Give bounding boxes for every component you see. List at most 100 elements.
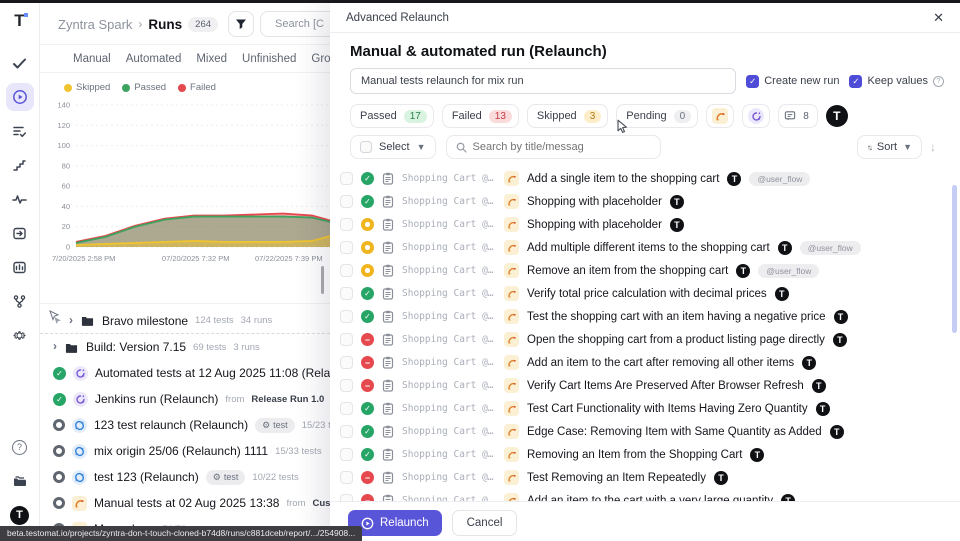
suites-list-icon[interactable] — [6, 117, 34, 145]
runs-tab[interactable]: Unfinished — [242, 53, 296, 65]
breadcrumb-page[interactable]: Runs — [148, 17, 182, 32]
runs-tab[interactable]: Mixed — [196, 53, 227, 65]
test-title[interactable]: Shopping with placeholder — [527, 196, 662, 208]
keep-values-option[interactable]: Keep values ? — [849, 75, 944, 88]
test-checkbox[interactable] — [340, 218, 353, 231]
automated-filter-chip[interactable] — [742, 104, 770, 128]
test-title[interactable]: Verify total price calculation with deci… — [527, 288, 767, 300]
run-title[interactable]: mix origin 25/06 (Relaunch) 1111 — [94, 444, 268, 458]
test-title[interactable]: Add an item to the cart after removing a… — [527, 357, 794, 369]
runs-search-input[interactable] — [275, 18, 331, 30]
runs-tab[interactable]: Manual — [73, 53, 111, 65]
test-title[interactable]: Test Removing an Item Repeatedly — [527, 472, 706, 484]
tests-search[interactable] — [446, 135, 661, 159]
checkbox-checked-icon[interactable] — [746, 75, 759, 88]
select-dropdown[interactable]: Select ▼ — [350, 135, 436, 159]
run-title[interactable]: test 123 (Relaunch) — [94, 470, 199, 484]
test-title[interactable]: Verify Cart Items Are Preserved After Br… — [527, 380, 804, 392]
run-row[interactable]: test 123 (Relaunch) ⚙test 10/22 tests — [40, 464, 340, 490]
settings-gear-icon[interactable] — [6, 321, 34, 349]
run-row[interactable]: Manual tests at 02 Aug 2025 13:38 from C… — [40, 490, 340, 516]
assignee-avatar[interactable]: T — [826, 105, 848, 127]
analytics-pulse-icon[interactable] — [6, 185, 34, 213]
test-row[interactable]: Shopping Cart @… Test the shopping cart … — [340, 305, 944, 328]
help-icon[interactable]: ? — [933, 76, 944, 87]
user-avatar[interactable]: T — [6, 501, 34, 529]
test-checkbox[interactable] — [340, 356, 353, 369]
test-checkbox[interactable] — [340, 172, 353, 185]
test-checkbox[interactable] — [340, 264, 353, 277]
app-logo[interactable]: T — [14, 11, 24, 31]
test-row[interactable]: Shopping Cart @… Add a single item to th… — [340, 167, 944, 190]
status-filter-chip[interactable]: Passed 17 — [350, 104, 434, 128]
sort-button[interactable]: ↑↓ Sort ▼ — [857, 135, 922, 159]
tests-check-icon[interactable] — [6, 49, 34, 77]
run-title[interactable]: Jenkins run (Relaunch) — [95, 392, 218, 406]
filter-button[interactable] — [228, 11, 254, 37]
breadcrumb-project[interactable]: Zyntra Spark — [58, 17, 132, 32]
run-row[interactable]: mix origin 25/06 (Relaunch) 1111 15/33 t… — [40, 438, 340, 464]
test-row[interactable]: Shopping Cart @… Verify total price calc… — [340, 282, 944, 305]
main-scrollbar-thumb[interactable] — [321, 266, 324, 294]
test-checkbox[interactable] — [340, 379, 353, 392]
test-checkbox[interactable] — [340, 471, 353, 484]
import-box-icon[interactable] — [6, 219, 34, 247]
test-title[interactable]: Add a single item to the shopping cart — [527, 173, 719, 185]
test-title[interactable]: Edge Case: Removing Item with Same Quant… — [527, 426, 822, 438]
test-checkbox[interactable] — [340, 241, 353, 254]
scroll-down-button[interactable]: ↓ — [930, 140, 936, 154]
status-filter-chip[interactable]: Skipped 3 — [527, 104, 608, 128]
test-title[interactable]: Removing an Item from the Shopping Cart — [527, 449, 742, 461]
test-title[interactable]: Open the shopping cart from a product li… — [527, 334, 825, 346]
tests-search-input[interactable] — [473, 141, 651, 153]
run-row[interactable]: Automated tests at 12 Aug 2025 11:08 (Re… — [40, 360, 340, 386]
close-icon[interactable]: ✕ — [933, 10, 944, 26]
test-row[interactable]: Shopping Cart @… Open the shopping cart … — [340, 328, 944, 351]
test-checkbox[interactable] — [340, 333, 353, 346]
test-row[interactable]: Shopping Cart @… Test Cart Functionality… — [340, 397, 944, 420]
test-title[interactable]: Test Cart Functionality with Items Havin… — [527, 403, 808, 415]
run-title[interactable]: 123 test relaunch (Relaunch) — [94, 418, 248, 432]
expand-chevron-icon[interactable]: › — [53, 339, 57, 353]
test-title[interactable]: Add an item to the cart with a very larg… — [527, 495, 773, 502]
test-row[interactable]: Shopping Cart @… Add an item to the cart… — [340, 351, 944, 374]
test-row[interactable]: Shopping Cart @… Shopping with placehold… — [340, 213, 944, 236]
checkbox-checked-icon[interactable] — [849, 75, 862, 88]
checkbox-empty-icon[interactable] — [360, 141, 372, 153]
test-checkbox[interactable] — [340, 195, 353, 208]
expand-chevron-icon[interactable]: › — [69, 313, 73, 327]
cancel-button[interactable]: Cancel — [452, 510, 518, 536]
reports-image-icon[interactable] — [6, 253, 34, 281]
test-checkbox[interactable] — [340, 425, 353, 438]
run-row[interactable]: › Build: Version 7.15 69 tests 3 runs — [40, 334, 340, 360]
status-filter-chip[interactable]: Failed 13 — [442, 104, 519, 128]
test-checkbox[interactable] — [340, 310, 353, 323]
run-title[interactable]: Automated tests at 12 Aug 2025 11:08 (Re… — [95, 366, 340, 380]
test-checkbox[interactable] — [340, 494, 353, 501]
projects-folder-icon[interactable] — [6, 467, 34, 495]
test-row[interactable]: Shopping Cart @… Add multiple different … — [340, 236, 944, 259]
run-row[interactable]: 123 test relaunch (Relaunch) ⚙test 15/23… — [40, 412, 340, 438]
test-row[interactable]: Shopping Cart @… Verify Cart Items Are P… — [340, 374, 944, 397]
test-checkbox[interactable] — [340, 402, 353, 415]
help-icon[interactable]: ? — [6, 433, 34, 461]
test-row[interactable]: Shopping Cart @… Shopping with placehold… — [340, 190, 944, 213]
run-title[interactable]: Bravo milestone — [102, 314, 188, 328]
test-title[interactable]: Add multiple different items to the shop… — [527, 242, 770, 254]
run-title[interactable]: Manual tests at 02 Aug 2025 13:38 — [94, 496, 279, 510]
runs-play-icon[interactable] — [6, 83, 34, 111]
create-new-run-option[interactable]: Create new run — [746, 75, 839, 88]
runs-search[interactable]: ✕ — [260, 11, 336, 37]
manual-filter-chip[interactable] — [706, 104, 734, 128]
runs-tab[interactable]: Automated — [126, 53, 182, 65]
test-checkbox[interactable] — [340, 287, 353, 300]
relaunch-button[interactable]: Relaunch — [348, 510, 442, 536]
run-name-input[interactable] — [350, 68, 736, 94]
run-title[interactable]: Build: Version 7.15 — [86, 340, 186, 354]
test-row[interactable]: Shopping Cart @… Removing an Item from t… — [340, 443, 944, 466]
test-row[interactable]: Shopping Cart @… Remove an item from the… — [340, 259, 944, 282]
test-title[interactable]: Test the shopping cart with an item havi… — [527, 311, 826, 323]
test-title[interactable]: Shopping with placeholder — [527, 219, 662, 231]
comments-filter-chip[interactable]: 8 — [778, 104, 818, 128]
test-row[interactable]: Shopping Cart @… Add an item to the cart… — [340, 489, 944, 501]
